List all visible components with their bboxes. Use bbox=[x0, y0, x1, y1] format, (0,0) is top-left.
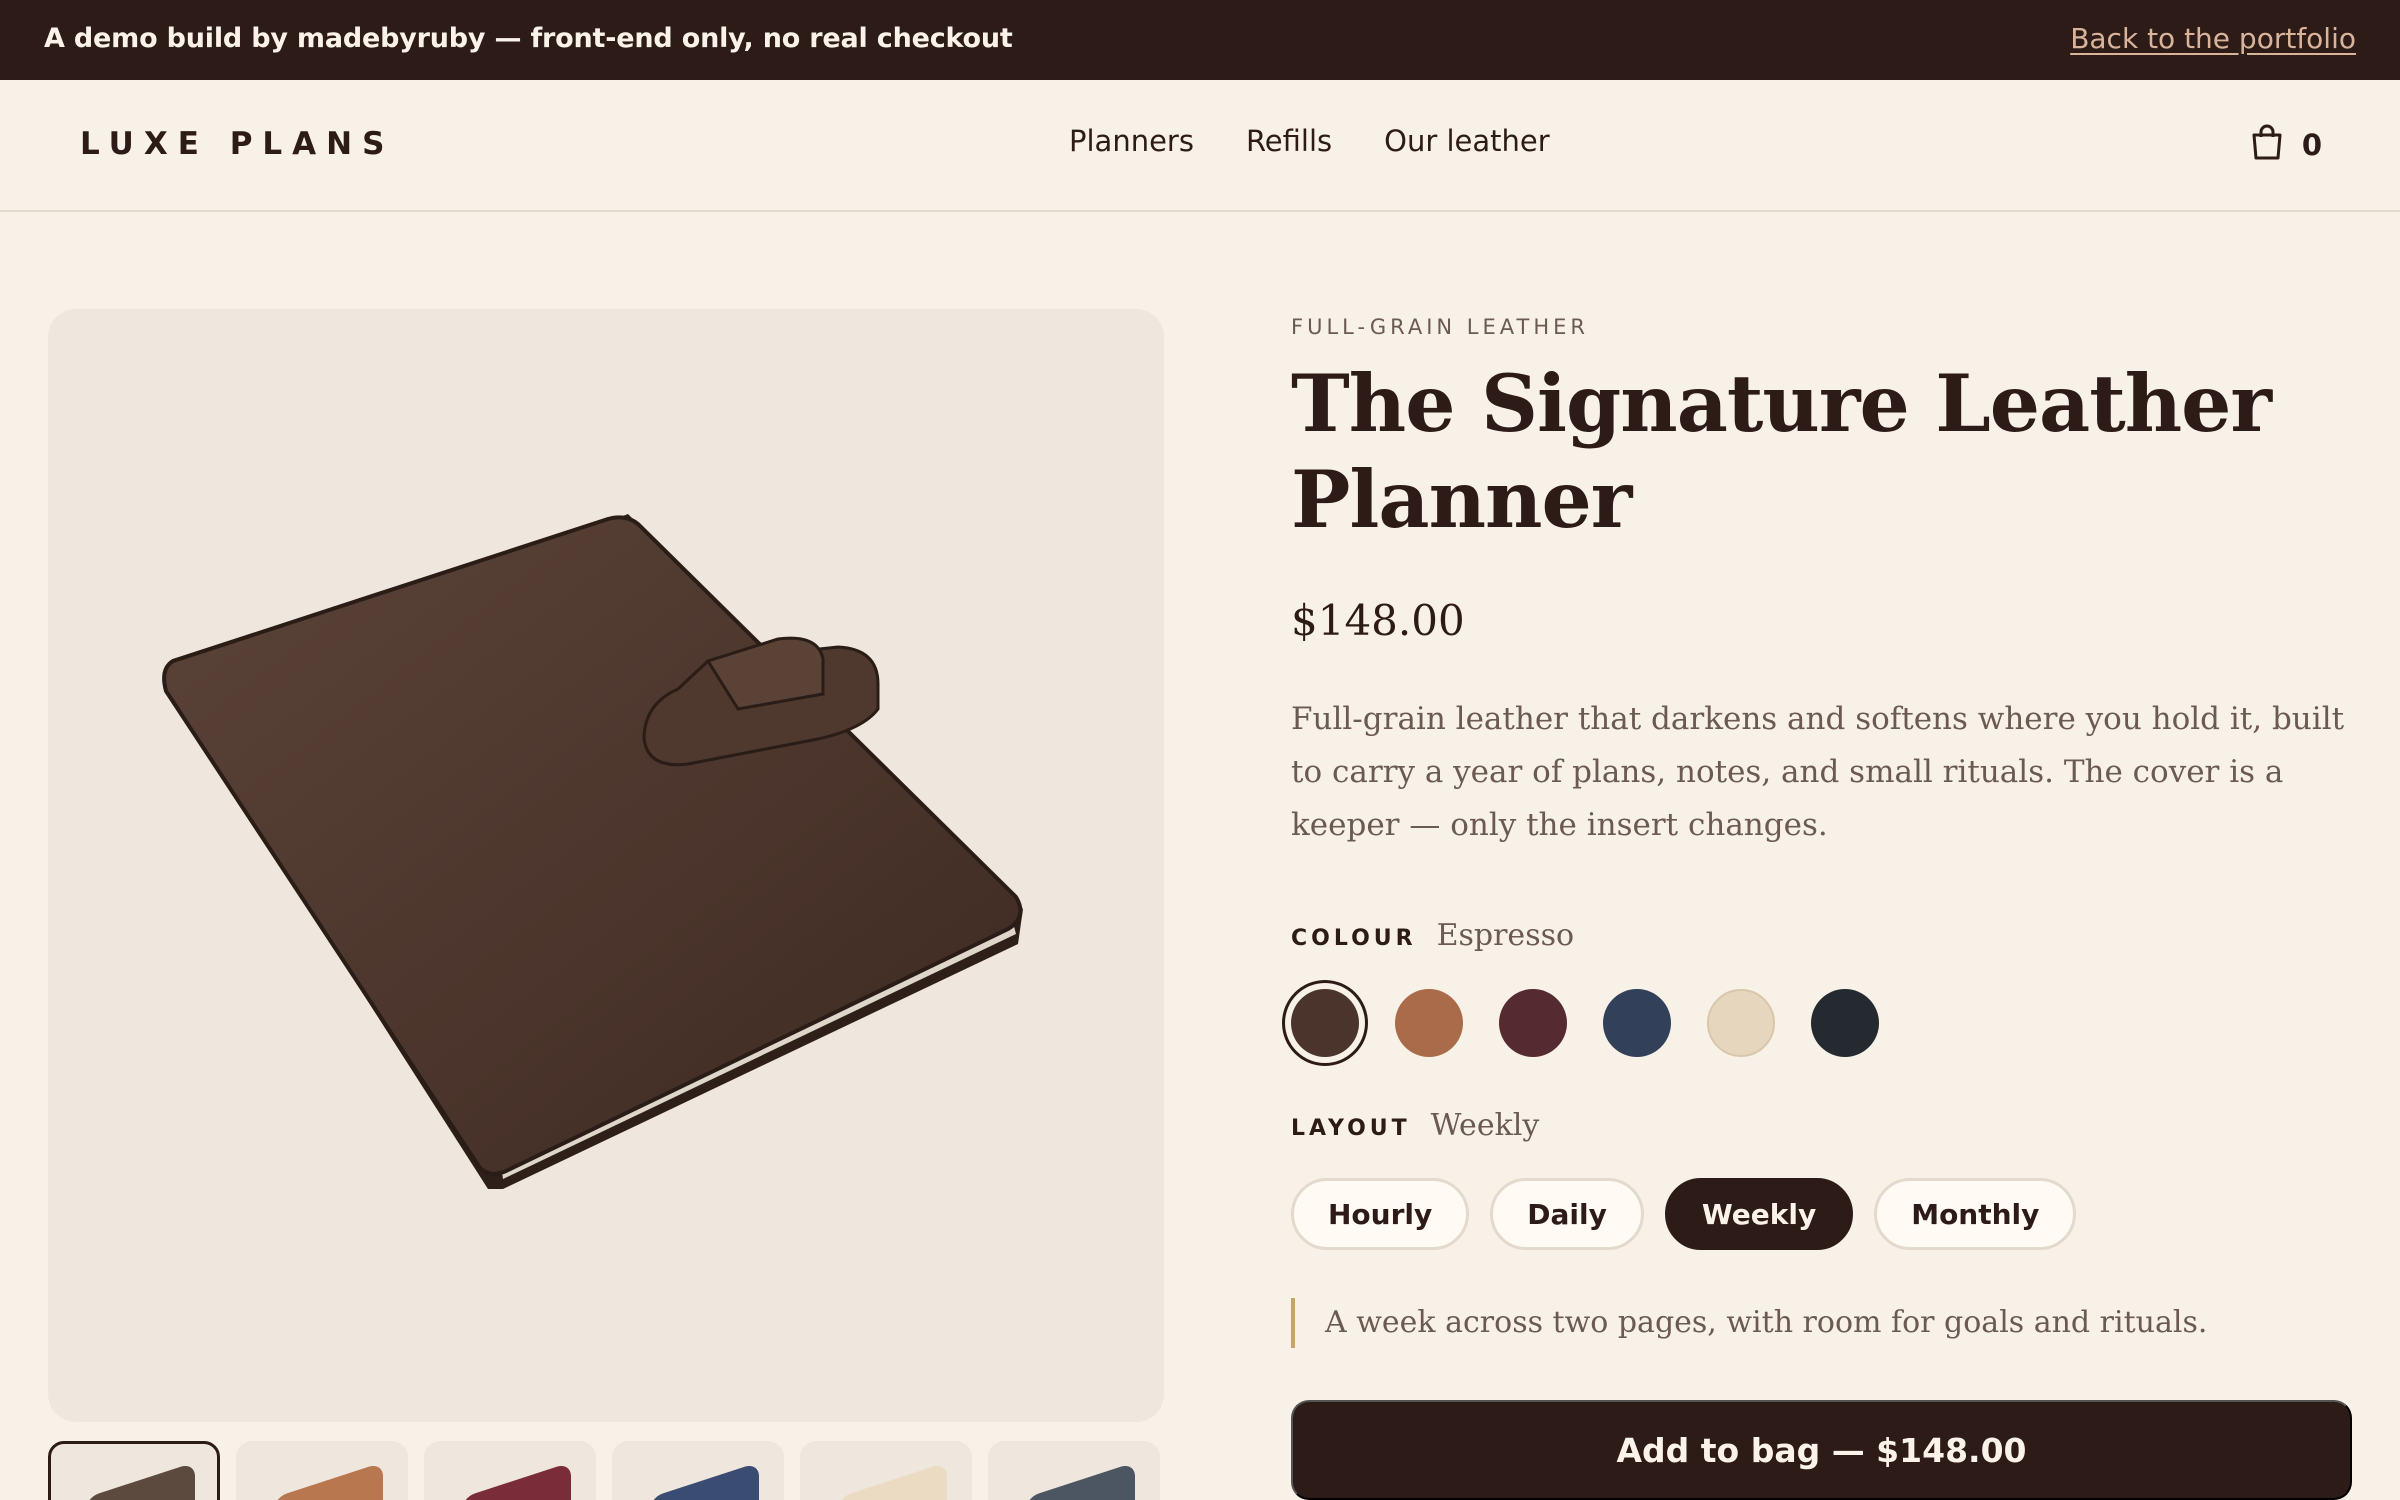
swatch-espresso[interactable] bbox=[1291, 989, 1359, 1057]
thumbnail-strip bbox=[48, 1441, 1160, 1500]
colour-label-row: COLOUR Espresso bbox=[1291, 918, 1574, 953]
layout-option-monthly[interactable]: Monthly bbox=[1874, 1178, 2077, 1250]
thumb-planner-5 bbox=[837, 1462, 947, 1500]
main-nav: Planners Refills Our leather bbox=[1069, 124, 1550, 158]
product-main-image bbox=[48, 309, 1164, 1422]
bag-button[interactable]: 0 bbox=[2250, 124, 2322, 165]
planner-illustration bbox=[162, 514, 1023, 1189]
product-price: $148.00 bbox=[1291, 596, 1465, 645]
add-to-bag-button[interactable]: Add to bag — $148.00 bbox=[1291, 1400, 2352, 1500]
thumb-planner-4 bbox=[649, 1462, 759, 1500]
layout-option-daily[interactable]: Daily bbox=[1490, 1178, 1644, 1250]
product-eyebrow: FULL-GRAIN LEATHER bbox=[1291, 315, 1589, 339]
swatch-6[interactable] bbox=[1811, 989, 1879, 1057]
layout-label: LAYOUT bbox=[1291, 1116, 1411, 1141]
colour-swatches bbox=[1285, 983, 1885, 1063]
bag-count: 0 bbox=[2301, 127, 2322, 162]
thumb-planner-espresso bbox=[85, 1462, 195, 1500]
shopping-bag-icon bbox=[2250, 124, 2284, 165]
swatch-3[interactable] bbox=[1499, 989, 1567, 1057]
layout-label-row: LAYOUT Weekly bbox=[1291, 1108, 1539, 1143]
nav-link-refills[interactable]: Refills bbox=[1246, 124, 1332, 158]
site-header: LUXE PLANS Planners Refills Our leather … bbox=[0, 80, 2400, 212]
thumb-planner-6 bbox=[1025, 1462, 1135, 1500]
swatch-5[interactable] bbox=[1707, 989, 1775, 1057]
layout-options: Hourly Daily Weekly Monthly bbox=[1291, 1178, 2077, 1250]
layout-selected: Weekly bbox=[1430, 1108, 1540, 1143]
product-description: Full-grain leather that darkens and soft… bbox=[1291, 701, 2345, 843]
layout-option-hourly[interactable]: Hourly bbox=[1291, 1178, 1470, 1250]
swatch-4[interactable] bbox=[1603, 989, 1671, 1057]
demo-banner: A demo build by madebyruby — front-end o… bbox=[0, 0, 2400, 80]
demo-banner-text: A demo build by madebyruby — front-end o… bbox=[44, 23, 1013, 54]
product-title: The Signature Leather Planner bbox=[1291, 357, 2272, 546]
nav-link-planners[interactable]: Planners bbox=[1069, 124, 1194, 158]
thumbnail-4[interactable] bbox=[612, 1441, 784, 1500]
colour-label: COLOUR bbox=[1291, 926, 1417, 951]
thumbnail-3[interactable] bbox=[424, 1441, 596, 1500]
thumb-planner-2 bbox=[273, 1462, 383, 1500]
layout-note: A week across two pages, with room for g… bbox=[1291, 1298, 2207, 1348]
thumb-planner-3 bbox=[461, 1462, 571, 1500]
nav-link-our-leather[interactable]: Our leather bbox=[1384, 124, 1550, 158]
colour-selected: Espresso bbox=[1436, 918, 1575, 953]
layout-option-weekly[interactable]: Weekly bbox=[1664, 1178, 1854, 1250]
thumbnail-1[interactable] bbox=[48, 1441, 220, 1500]
thumbnail-5[interactable] bbox=[800, 1441, 972, 1500]
swatch-2[interactable] bbox=[1395, 989, 1463, 1057]
thumbnail-6[interactable] bbox=[988, 1441, 1160, 1500]
site-logo[interactable]: LUXE PLANS bbox=[80, 126, 394, 162]
back-to-portfolio-link[interactable]: Back to the portfolio bbox=[2070, 22, 2356, 55]
thumbnail-2[interactable] bbox=[236, 1441, 408, 1500]
